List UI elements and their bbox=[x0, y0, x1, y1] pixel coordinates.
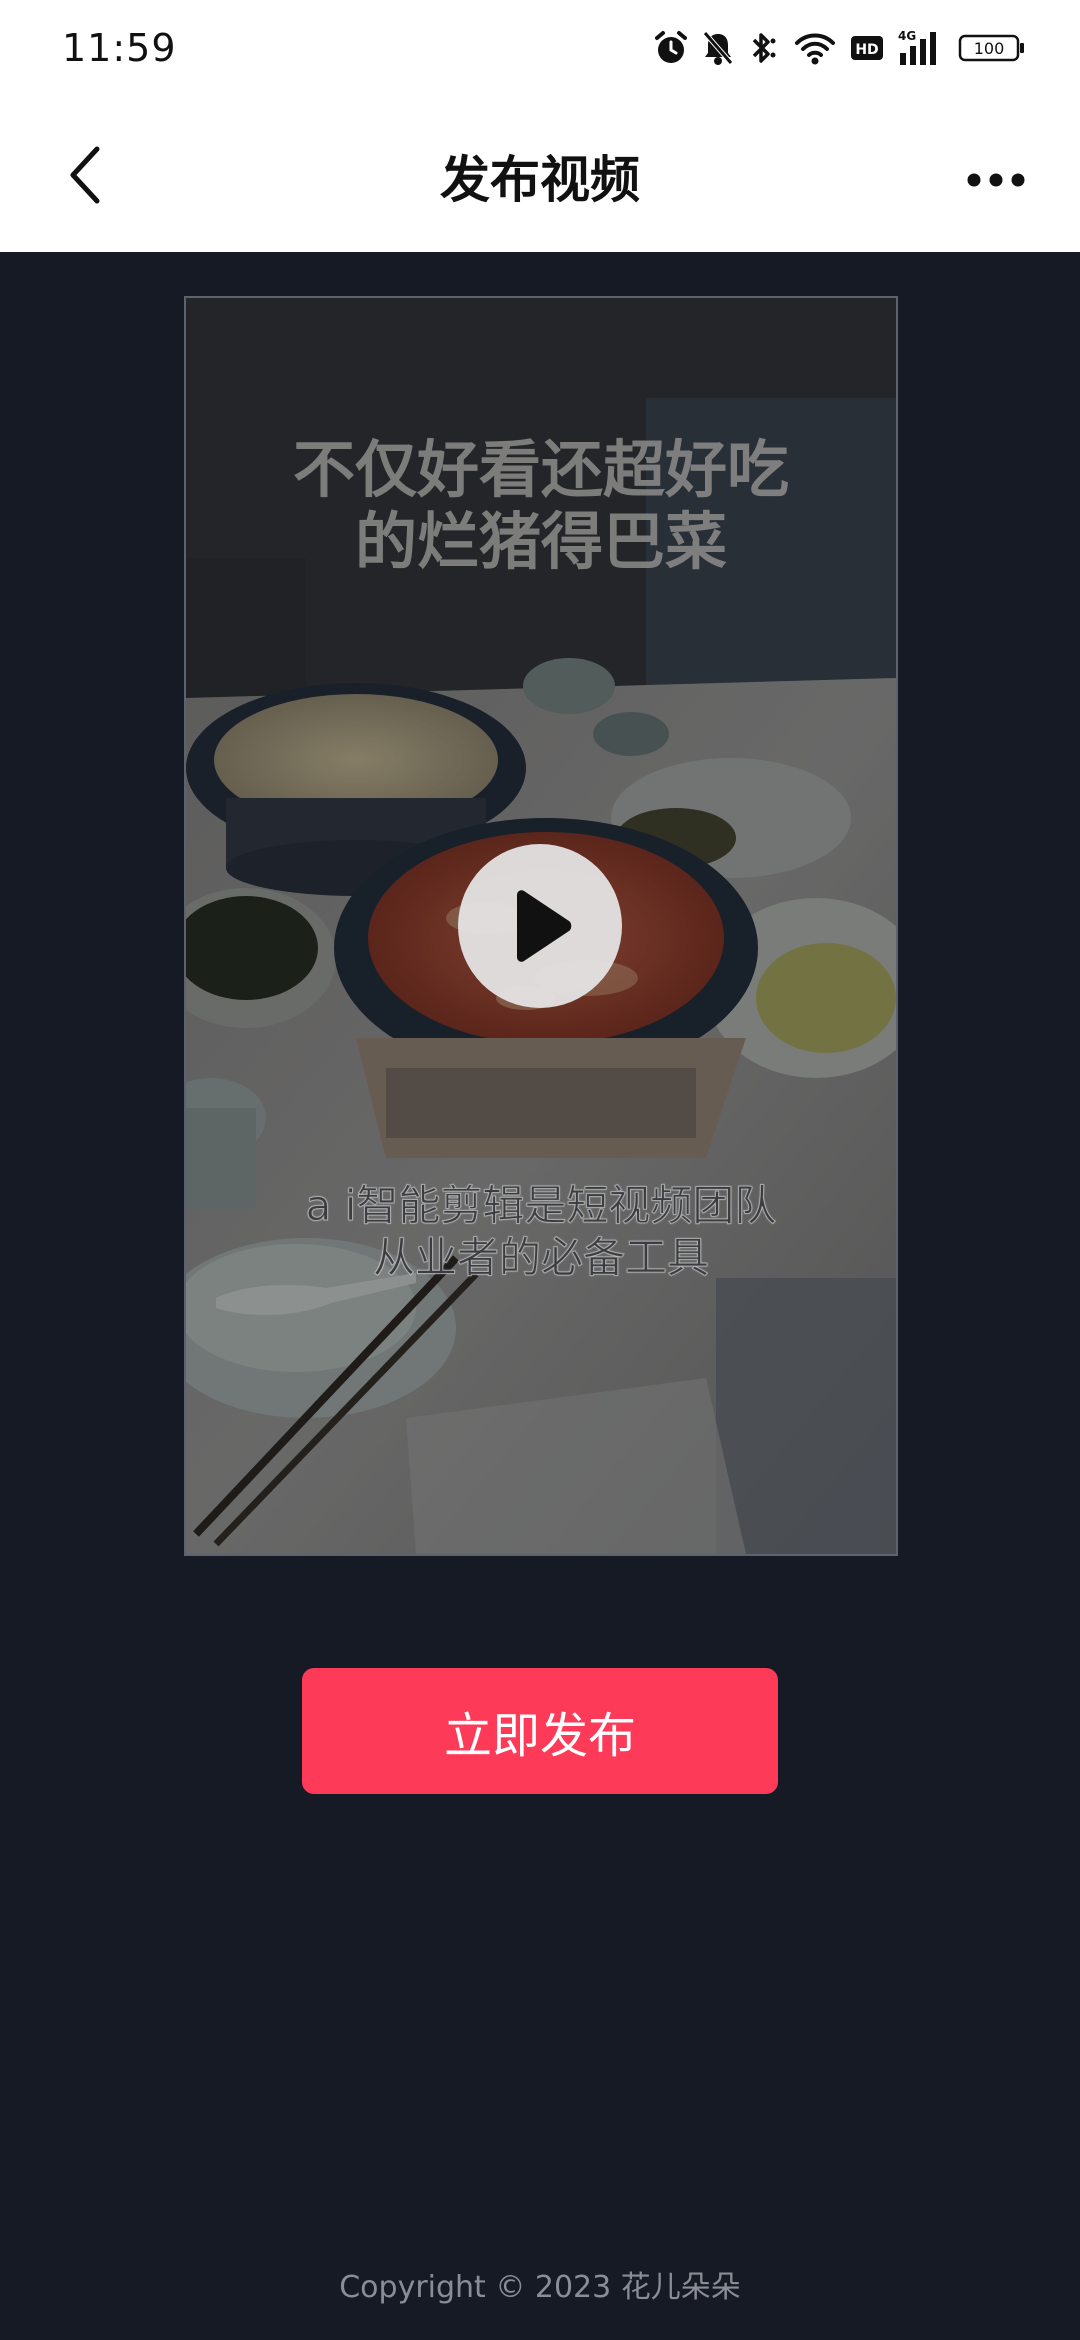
status-bar: 11:59 HD 4G 100 bbox=[0, 0, 1080, 98]
nav-bar: 发布视频 bbox=[0, 98, 1080, 252]
svg-text:HD: HD bbox=[855, 42, 878, 58]
signal-icon: 4G bbox=[898, 29, 944, 67]
video-title-line1: 不仅好看还超好吃 bbox=[292, 433, 789, 506]
copyright-text: Copyright © 2023 花儿朵朵 bbox=[339, 2270, 741, 2305]
svg-text:100: 100 bbox=[974, 39, 1005, 58]
status-icons: HD 4G 100 bbox=[654, 28, 1026, 68]
hd-icon: HD bbox=[850, 33, 884, 63]
alarm-icon bbox=[654, 30, 688, 66]
svg-text:4G: 4G bbox=[898, 29, 916, 43]
play-button[interactable] bbox=[458, 844, 622, 1008]
more-button[interactable] bbox=[958, 142, 1034, 218]
status-time: 11:59 bbox=[62, 26, 177, 70]
video-preview[interactable]: 不仅好看还超好吃 的烂猪得巴菜 a i智能剪辑是短视频团队从业者的必备工具 bbox=[184, 296, 898, 1556]
video-title: 不仅好看还超好吃 的烂猪得巴菜 bbox=[186, 434, 896, 578]
wifi-icon bbox=[794, 31, 836, 65]
video-subtitle: a i智能剪辑是短视频团队从业者的必备工具 bbox=[305, 1181, 777, 1283]
video-title-line2: 的烂猪得巴菜 bbox=[354, 505, 727, 578]
bluetooth-icon bbox=[748, 30, 780, 66]
play-icon bbox=[517, 890, 572, 962]
publish-button[interactable]: 立即发布 bbox=[302, 1668, 778, 1794]
bell-off-icon bbox=[702, 30, 734, 66]
more-horizontal-icon bbox=[967, 173, 1025, 187]
battery-icon: 100 bbox=[958, 32, 1026, 64]
page-title: 发布视频 bbox=[440, 151, 640, 209]
